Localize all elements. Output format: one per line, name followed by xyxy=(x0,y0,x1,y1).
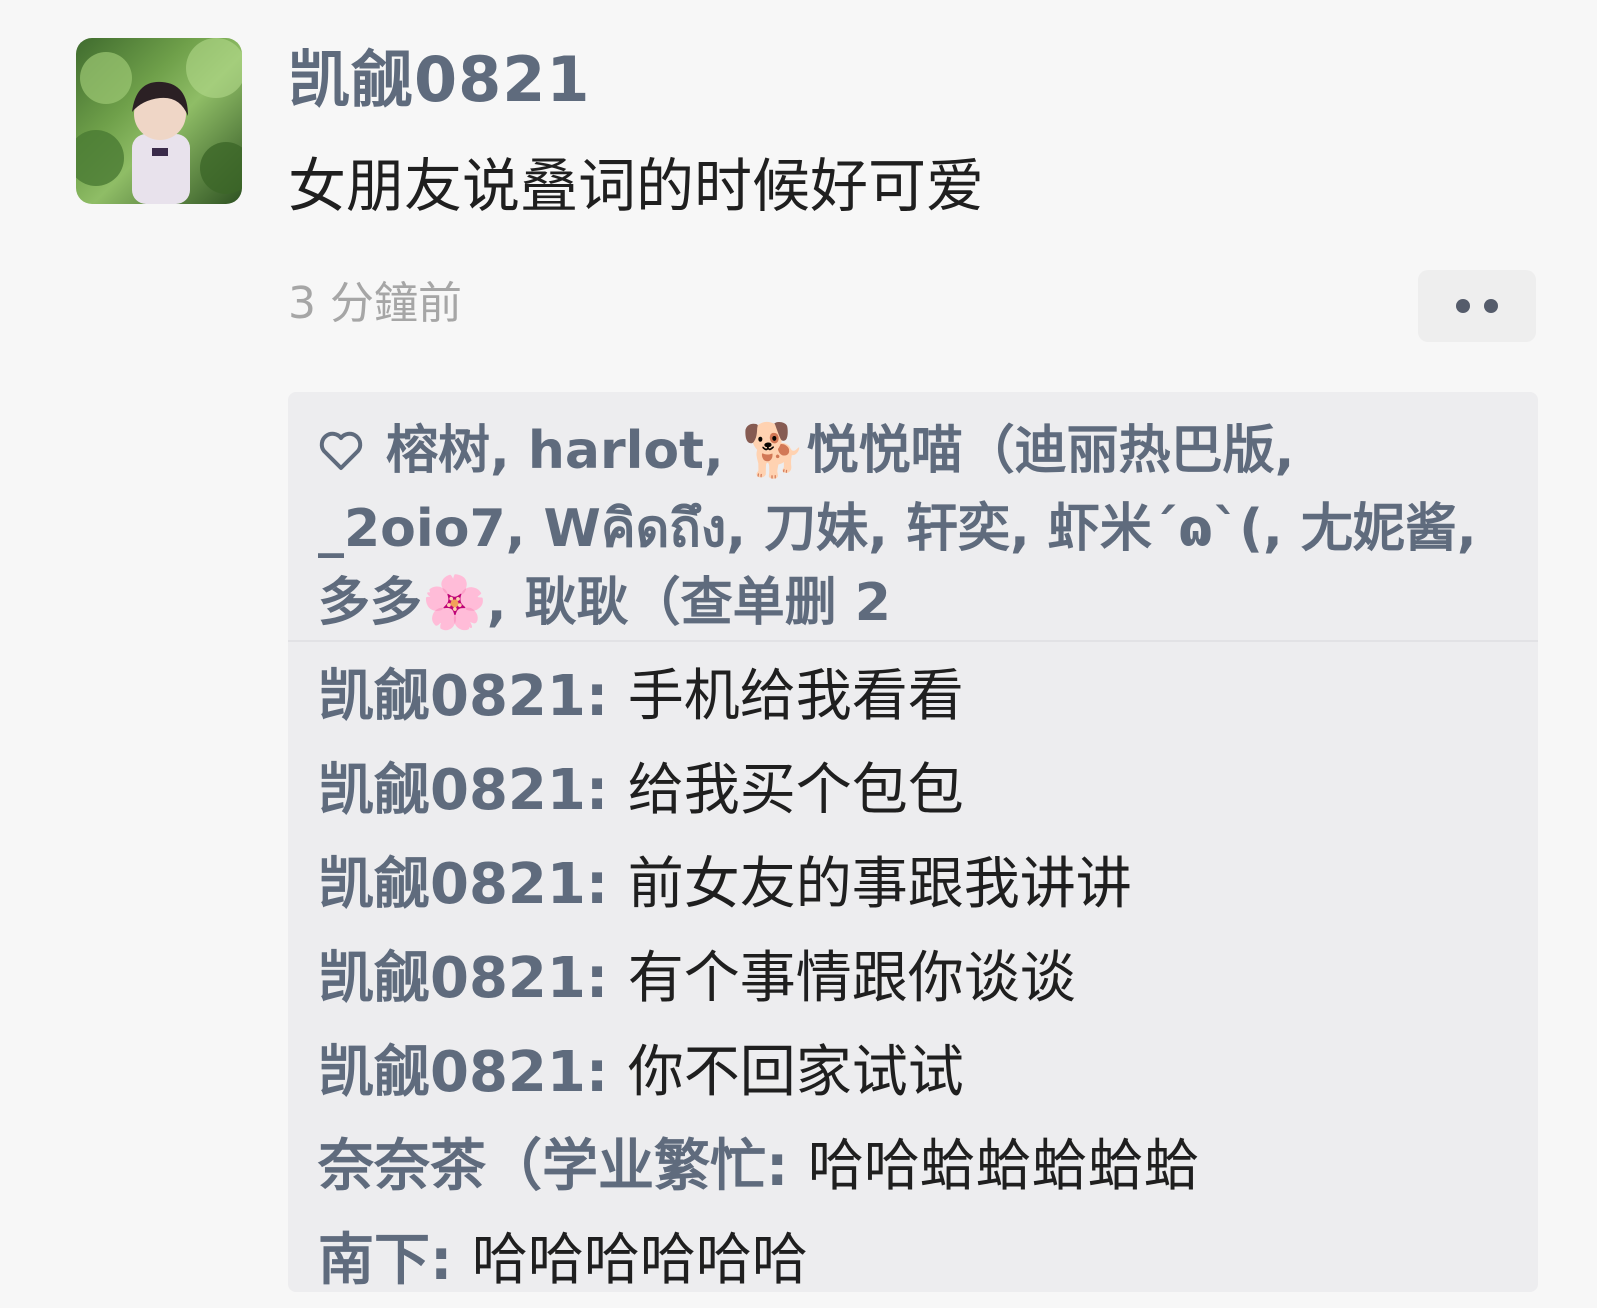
comment-content: 有个事情跟你谈谈 xyxy=(627,946,1076,1011)
likes-names: 榕树, harlot, 🐕悦悦喵（迪丽热巴版, _2oio7, Wคิดถึง,… xyxy=(318,421,1477,633)
comment-content: 你不回家试试 xyxy=(627,1040,964,1105)
comment-item[interactable]: 凯觎0821: 有个事情跟你谈谈 xyxy=(318,932,1518,1026)
comment-separator: : xyxy=(766,1134,808,1199)
more-dots-icon-dot xyxy=(1484,299,1498,313)
avatar[interactable] xyxy=(76,38,242,204)
comment-list: 凯觎0821: 手机给我看看 凯觎0821: 给我买个包包 凯觎0821: 前女… xyxy=(318,650,1518,1308)
comment-separator: : xyxy=(430,1228,472,1293)
comment-content: 哈哈哈哈哈哈 xyxy=(471,1228,808,1293)
moment-post: 凯觎0821 女朋友说叠词的时候好可爱 3 分鐘前 榕树, harlot, 🐕悦… xyxy=(0,0,1597,1293)
comment-item[interactable]: 凯觎0821: 你不回家试试 xyxy=(318,1026,1518,1120)
comment-separator: : xyxy=(585,664,628,729)
comment-author[interactable]: 凯觎0821 xyxy=(318,758,586,823)
comment-author[interactable]: 凯觎0821 xyxy=(318,852,586,917)
post-timestamp: 3 分鐘前 xyxy=(288,278,462,329)
comment-separator: : xyxy=(585,852,628,917)
comment-item[interactable]: 凯觎0821: 给我买个包包 xyxy=(318,744,1518,838)
comment-content: 手机给我看看 xyxy=(627,664,964,729)
comment-separator: : xyxy=(585,946,628,1011)
comment-item[interactable]: 凯觎0821: 手机给我看看 xyxy=(318,650,1518,744)
comment-author[interactable]: 南下 xyxy=(318,1228,430,1293)
more-button[interactable] xyxy=(1418,270,1536,342)
comment-item[interactable]: 奈奈茶（学业繁忙: 哈哈蛤蛤蛤蛤蛤 xyxy=(318,1120,1518,1214)
comment-item[interactable]: 凯觎0821: 前女友的事跟我讲讲 xyxy=(318,838,1518,932)
comment-author[interactable]: 凯觎0821 xyxy=(318,946,586,1011)
heart-outline-icon xyxy=(318,418,364,492)
likes-list: 榕树, harlot, 🐕悦悦喵（迪丽热巴版, _2oio7, Wคิดถึง,… xyxy=(318,414,1518,640)
comment-separator: : xyxy=(585,1040,628,1105)
post-text: 女朋友说叠词的时候好可爱 xyxy=(288,152,985,220)
comment-author[interactable]: 凯觎0821 xyxy=(318,1040,586,1105)
comment-author[interactable]: 奈奈茶（学业繁忙 xyxy=(318,1134,766,1199)
comment-content: 哈哈蛤蛤蛤蛤蛤 xyxy=(807,1134,1200,1199)
divider xyxy=(288,640,1538,642)
comment-author[interactable]: 凯觎0821 xyxy=(318,664,586,729)
comment-item[interactable]: 南下: 哈哈哈哈哈哈 xyxy=(318,1214,1518,1308)
comment-content: 给我买个包包 xyxy=(627,758,964,823)
comment-separator: : xyxy=(585,758,628,823)
more-dots-icon xyxy=(1456,299,1470,313)
post-username[interactable]: 凯觎0821 xyxy=(288,40,591,120)
comment-content: 前女友的事跟我讲讲 xyxy=(627,852,1132,917)
